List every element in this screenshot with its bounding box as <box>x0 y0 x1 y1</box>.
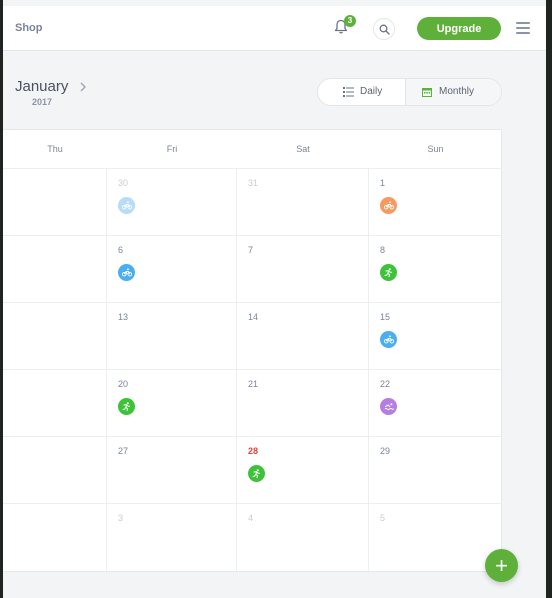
shop-link[interactable]: Shop <box>15 22 43 34</box>
day-number: 27 <box>118 446 129 456</box>
cycling-icon[interactable] <box>380 331 397 348</box>
calendar-day-cell[interactable]: 30 <box>107 169 237 236</box>
view-option-daily[interactable]: Daily <box>318 79 406 105</box>
day-number: 6 <box>118 245 124 255</box>
calendar-day-cell[interactable]: 15 <box>369 303 502 370</box>
day-number: 20 <box>118 379 129 389</box>
running-icon[interactable] <box>248 465 265 482</box>
calendar-day-cell[interactable] <box>3 169 107 236</box>
calendar-day-cell[interactable] <box>3 370 107 437</box>
calendar-day-cell[interactable]: 28 <box>237 437 369 504</box>
day-number: 31 <box>248 178 259 188</box>
calendar-day-cell[interactable]: 3 <box>107 504 237 571</box>
running-icon[interactable] <box>380 264 397 281</box>
day-number: 30 <box>118 178 129 188</box>
month-title: January <box>15 78 69 95</box>
view-toggle: Daily Monthly <box>317 78 502 106</box>
column-header-thu: Thu <box>3 130 107 169</box>
calendar-day-cell[interactable] <box>3 303 107 370</box>
calendar-day-cell[interactable]: 20 <box>107 370 237 437</box>
calendar-day-cell[interactable] <box>3 236 107 303</box>
day-number: 15 <box>380 312 391 322</box>
calendar-day-cell[interactable] <box>3 504 107 571</box>
calendar-day-cell[interactable]: 4 <box>237 504 369 571</box>
cycling-icon[interactable] <box>380 197 397 214</box>
list-icon <box>343 87 354 97</box>
day-number: 7 <box>248 245 254 255</box>
search-button[interactable] <box>373 18 395 40</box>
day-number: 5 <box>380 513 386 523</box>
hamburger-menu-icon[interactable] <box>516 22 530 34</box>
day-number: 14 <box>248 312 259 322</box>
day-number: 8 <box>380 245 386 255</box>
calendar-day-cell[interactable]: 7 <box>237 236 369 303</box>
year-label: 2017 <box>32 97 53 107</box>
column-header-fri: Fri <box>107 130 237 169</box>
calendar-day-cell[interactable]: 6 <box>107 236 237 303</box>
calendar-grid: Thu Fri Sat Sun 30 31 1 6 7 8 13 14 15 20 21 22 27 28 29 3 4… <box>3 129 502 572</box>
calendar-day-cell[interactable]: 27 <box>107 437 237 504</box>
view-option-label: Monthly <box>439 86 475 97</box>
day-number: 13 <box>118 312 129 322</box>
calendar-day-cell[interactable] <box>3 437 107 504</box>
notification-badge: 3 <box>344 15 356 27</box>
calendar-day-cell[interactable]: 13 <box>107 303 237 370</box>
cycling-icon[interactable] <box>118 264 135 281</box>
calendar-day-cell[interactable]: 5 <box>369 504 502 571</box>
calendar-day-cell[interactable]: 8 <box>369 236 502 303</box>
day-number: 22 <box>380 379 391 389</box>
calendar-day-cell[interactable]: 22 <box>369 370 502 437</box>
calendar-icon <box>422 88 432 97</box>
search-icon <box>379 24 390 35</box>
today-day-number: 28 <box>248 446 259 456</box>
chevron-right-icon[interactable] <box>79 80 91 94</box>
column-header-sun: Sun <box>369 130 502 169</box>
top-bar: Shop 3 Upgrade <box>3 6 546 51</box>
day-number: 3 <box>118 513 124 523</box>
running-icon[interactable] <box>118 398 135 415</box>
cycling-icon[interactable] <box>118 197 135 214</box>
calendar-day-cell[interactable]: 1 <box>369 169 502 236</box>
day-number: 4 <box>248 513 254 523</box>
column-header-sat: Sat <box>237 130 369 169</box>
calendar-day-cell[interactable]: 14 <box>237 303 369 370</box>
day-number: 21 <box>248 379 259 389</box>
day-number: 1 <box>380 178 386 188</box>
view-option-monthly[interactable]: Monthly <box>406 79 501 105</box>
view-option-label: Daily <box>360 86 383 97</box>
calendar-day-cell[interactable]: 21 <box>237 370 369 437</box>
calendar-day-cell[interactable]: 29 <box>369 437 502 504</box>
upgrade-button[interactable]: Upgrade <box>417 17 501 40</box>
add-activity-button[interactable]: + <box>485 549 518 582</box>
calendar-day-cell[interactable]: 31 <box>237 169 369 236</box>
app-window: Shop 3 Upgrade January 2017 Daily Monthl… <box>3 0 546 598</box>
swimming-icon[interactable] <box>380 398 397 415</box>
day-number: 29 <box>380 446 391 456</box>
